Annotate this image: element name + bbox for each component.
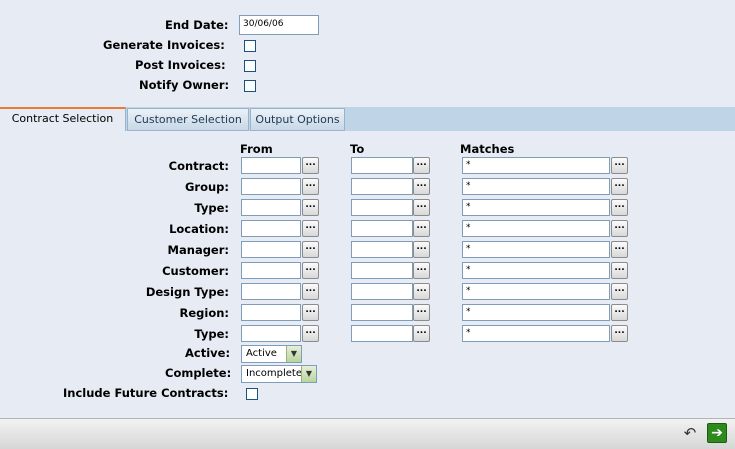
undo-arrow-icon[interactable]: ↶ [681, 424, 699, 442]
matches-input[interactable]: * [462, 241, 610, 258]
from-input[interactable] [241, 304, 301, 321]
criteria-row-label: Design Type: [145, 285, 229, 299]
matches-lookup-button[interactable]: ... [611, 199, 628, 216]
generate-invoices-label: Generate Invoices: [103, 38, 225, 52]
to-lookup-button[interactable]: ... [413, 157, 430, 174]
include-future-contracts-label: Include Future Contracts: [63, 386, 229, 400]
notify-owner-label: Notify Owner: [139, 78, 230, 92]
from-lookup-button[interactable]: ... [302, 178, 319, 195]
to-column-header: To [350, 142, 365, 156]
matches-input[interactable]: * [462, 325, 610, 342]
criteria-row-label: Location: [169, 222, 229, 236]
from-lookup-button[interactable]: ... [302, 199, 319, 216]
to-input[interactable] [351, 283, 413, 300]
to-lookup-button[interactable]: ... [413, 241, 430, 258]
from-input[interactable] [241, 325, 301, 342]
to-lookup-button[interactable]: ... [413, 199, 430, 216]
from-lookup-button[interactable]: ... [302, 283, 319, 300]
matches-lookup-button[interactable]: ... [611, 283, 628, 300]
tab-strip: Contract Selection Customer Selection Ou… [0, 107, 735, 131]
matches-lookup-button[interactable]: ... [611, 220, 628, 237]
include-future-contracts-checkbox[interactable] [246, 388, 258, 400]
from-lookup-button[interactable]: ... [302, 241, 319, 258]
matches-input[interactable]: * [462, 262, 610, 279]
matches-input[interactable]: * [462, 178, 610, 195]
criteria-row-label: Type: [194, 201, 229, 215]
matches-lookup-button[interactable]: ... [611, 178, 628, 195]
complete-select[interactable]: Incomplete ▼ [241, 365, 317, 383]
chevron-down-icon: ▼ [301, 366, 316, 382]
matches-lookup-button[interactable]: ... [611, 304, 628, 321]
active-label: Active: [185, 346, 231, 360]
from-input[interactable] [241, 283, 301, 300]
matches-input[interactable]: * [462, 304, 610, 321]
from-lookup-button[interactable]: ... [302, 157, 319, 174]
criteria-row-label: Manager: [167, 243, 229, 257]
to-input[interactable] [351, 220, 413, 237]
from-lookup-button[interactable]: ... [302, 325, 319, 342]
from-input[interactable] [241, 199, 301, 216]
from-input[interactable] [241, 241, 301, 258]
right-arrow-icon[interactable]: ➔ [707, 423, 727, 443]
to-input[interactable] [351, 157, 413, 174]
tab-output-options[interactable]: Output Options [250, 108, 345, 131]
matches-input[interactable]: * [462, 220, 610, 237]
matches-column-header: Matches [460, 142, 515, 156]
footer-bar: ↶ ➔ [0, 418, 735, 449]
from-input[interactable] [241, 220, 301, 237]
tab-customer-selection[interactable]: Customer Selection [127, 108, 249, 131]
generate-invoices-checkbox[interactable] [244, 40, 256, 52]
complete-select-value: Incomplete [246, 368, 302, 379]
notify-owner-checkbox[interactable] [244, 80, 256, 92]
to-input[interactable] [351, 199, 413, 216]
from-input[interactable] [241, 178, 301, 195]
to-lookup-button[interactable]: ... [413, 283, 430, 300]
matches-lookup-button[interactable]: ... [611, 241, 628, 258]
from-lookup-button[interactable]: ... [302, 304, 319, 321]
to-input[interactable] [351, 304, 413, 321]
criteria-row-label: Contract: [168, 159, 229, 173]
matches-input[interactable]: * [462, 157, 610, 174]
end-date-label: End Date: [165, 18, 229, 32]
post-invoices-label: Post Invoices: [135, 58, 226, 72]
complete-label: Complete: [165, 366, 232, 380]
matches-input[interactable]: * [462, 283, 610, 300]
from-column-header: From [240, 142, 273, 156]
from-input[interactable] [241, 262, 301, 279]
matches-lookup-button[interactable]: ... [611, 262, 628, 279]
post-invoices-checkbox[interactable] [244, 60, 256, 72]
from-input[interactable] [241, 157, 301, 174]
to-input[interactable] [351, 178, 413, 195]
to-lookup-button[interactable]: ... [413, 262, 430, 279]
from-lookup-button[interactable]: ... [302, 220, 319, 237]
criteria-row-label: Customer: [162, 264, 229, 278]
criteria-row-label: Group: [184, 180, 229, 194]
matches-input[interactable]: * [462, 199, 610, 216]
criteria-row-label: Type: [194, 327, 229, 341]
to-lookup-button[interactable]: ... [413, 325, 430, 342]
active-select[interactable]: Active ▼ [241, 345, 302, 363]
chevron-down-icon: ▼ [286, 346, 301, 362]
to-lookup-button[interactable]: ... [413, 220, 430, 237]
to-input[interactable] [351, 325, 413, 342]
matches-lookup-button[interactable]: ... [611, 157, 628, 174]
to-input[interactable] [351, 262, 413, 279]
to-lookup-button[interactable]: ... [413, 178, 430, 195]
from-lookup-button[interactable]: ... [302, 262, 319, 279]
matches-lookup-button[interactable]: ... [611, 325, 628, 342]
active-select-value: Active [246, 348, 277, 359]
to-lookup-button[interactable]: ... [413, 304, 430, 321]
criteria-row-label: Region: [179, 306, 229, 320]
tab-contract-selection[interactable]: Contract Selection [0, 107, 126, 131]
to-input[interactable] [351, 241, 413, 258]
end-date-input[interactable]: 30/06/06 [239, 15, 319, 35]
